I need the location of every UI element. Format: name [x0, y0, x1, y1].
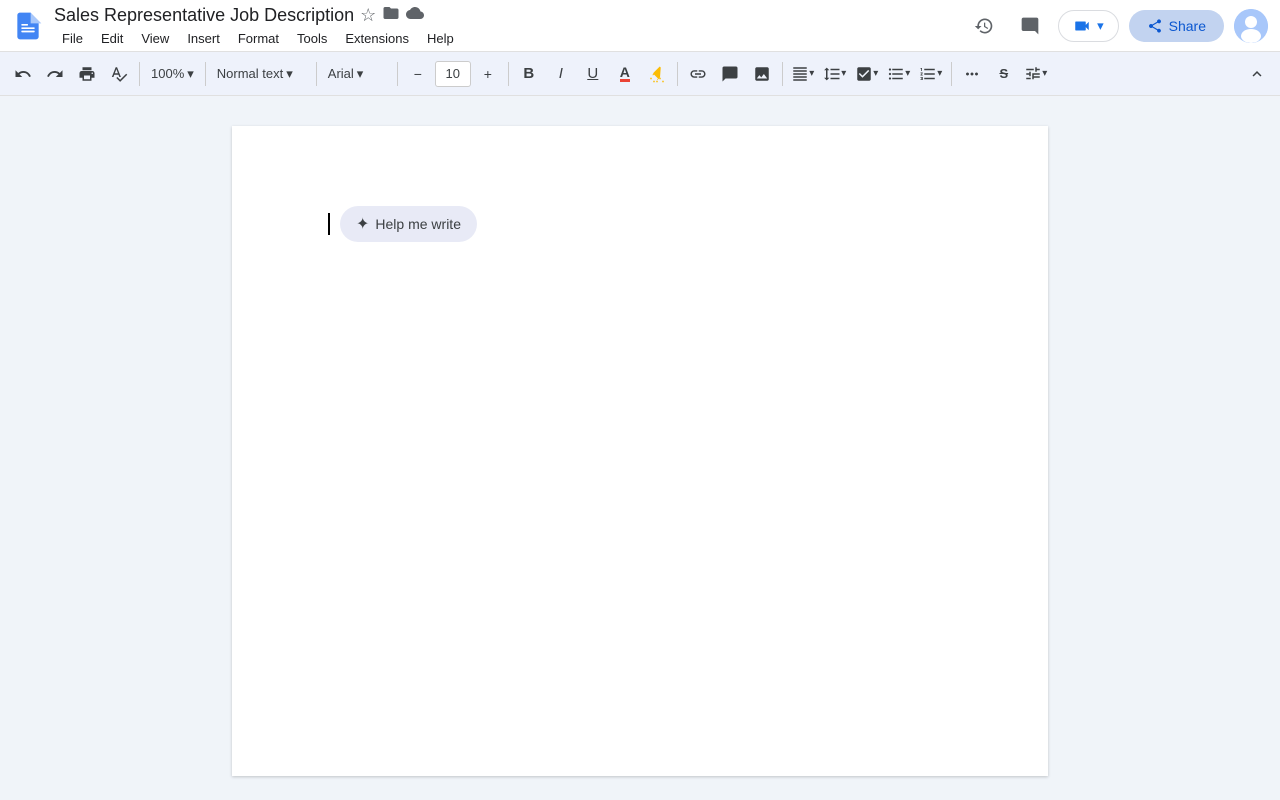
cursor-line: ✦ Help me write: [328, 206, 952, 242]
meet-button[interactable]: ▾: [1058, 10, 1119, 42]
share-button[interactable]: Share: [1129, 10, 1224, 42]
font-size-controls: − +: [403, 59, 503, 89]
highlight-button[interactable]: [642, 59, 672, 89]
help-me-write-label: Help me write: [375, 216, 461, 232]
undo-button[interactable]: [8, 59, 38, 89]
collapse-toolbar-button[interactable]: [1242, 59, 1272, 89]
cloud-icon[interactable]: [406, 4, 424, 27]
bold-button[interactable]: B: [514, 59, 544, 89]
font-value: Arial: [328, 66, 354, 81]
checklist-button[interactable]: ▾: [852, 59, 882, 89]
docs-logo-icon: [12, 10, 44, 42]
divider-1: [139, 62, 140, 86]
menu-file[interactable]: File: [54, 29, 91, 48]
underline-button[interactable]: U: [578, 59, 608, 89]
text-cursor: [328, 213, 330, 235]
title-bar: Sales Representative Job Description ☆ F…: [0, 0, 1280, 52]
divider-8: [951, 62, 952, 86]
sparkle-icon: ✦: [356, 214, 369, 234]
print-button[interactable]: [72, 59, 102, 89]
line-spacing-button[interactable]: ▾: [820, 59, 850, 89]
meet-label: ▾: [1097, 18, 1104, 34]
divider-4: [397, 62, 398, 86]
redo-button[interactable]: [40, 59, 70, 89]
more-options-button[interactable]: [957, 59, 987, 89]
zoom-dropdown[interactable]: 100% ▾: [145, 63, 200, 85]
text-style-chevron-icon: ▾: [286, 66, 293, 82]
menu-format[interactable]: Format: [230, 29, 287, 48]
comments-button[interactable]: [1012, 8, 1048, 44]
menu-insert[interactable]: Insert: [179, 29, 228, 48]
text-style-dropdown[interactable]: Normal text ▾: [211, 63, 311, 85]
doc-title[interactable]: Sales Representative Job Description: [54, 5, 354, 26]
formatting-options-button[interactable]: ▾: [1021, 59, 1051, 89]
bullet-list-button[interactable]: ▾: [884, 59, 914, 89]
font-size-input[interactable]: [435, 61, 471, 87]
spellcheck-button[interactable]: [104, 59, 134, 89]
zoom-chevron-icon: ▾: [187, 66, 194, 82]
document-area: ✦ Help me write: [0, 96, 1280, 800]
divider-7: [782, 62, 783, 86]
text-style-value: Normal text: [217, 66, 283, 81]
menu-extensions[interactable]: Extensions: [337, 29, 417, 48]
history-button[interactable]: [966, 8, 1002, 44]
italic-button[interactable]: I: [546, 59, 576, 89]
font-chevron-icon: ▾: [357, 66, 364, 82]
folder-icon[interactable]: [382, 4, 400, 27]
user-avatar[interactable]: [1234, 9, 1268, 43]
font-dropdown[interactable]: Arial ▾: [322, 63, 392, 85]
star-icon[interactable]: ☆: [360, 5, 376, 26]
numbered-list-button[interactable]: ▾: [916, 59, 946, 89]
share-label: Share: [1169, 18, 1206, 34]
image-button[interactable]: [747, 59, 777, 89]
divider-3: [316, 62, 317, 86]
menu-tools[interactable]: Tools: [289, 29, 335, 48]
toolbar: 100% ▾ Normal text ▾ Arial ▾ − + B I U A: [0, 52, 1280, 96]
menu-view[interactable]: View: [133, 29, 177, 48]
font-size-increase-button[interactable]: +: [473, 59, 503, 89]
link-button[interactable]: [683, 59, 713, 89]
menu-help[interactable]: Help: [419, 29, 462, 48]
zoom-value: 100%: [151, 66, 184, 81]
help-me-write-button[interactable]: ✦ Help me write: [340, 206, 477, 242]
divider-5: [508, 62, 509, 86]
title-section: Sales Representative Job Description ☆ F…: [54, 4, 966, 48]
menu-edit[interactable]: Edit: [93, 29, 131, 48]
comment-button[interactable]: [715, 59, 745, 89]
font-size-decrease-button[interactable]: −: [403, 59, 433, 89]
strikethrough-button[interactable]: S: [989, 59, 1019, 89]
divider-6: [677, 62, 678, 86]
document-page[interactable]: ✦ Help me write: [232, 126, 1048, 776]
divider-2: [205, 62, 206, 86]
title-right: ▾ Share: [966, 8, 1268, 44]
text-color-button[interactable]: A: [610, 59, 640, 89]
align-button[interactable]: ▾: [788, 59, 818, 89]
menu-bar: File Edit View Insert Format Tools Exten…: [54, 29, 966, 48]
